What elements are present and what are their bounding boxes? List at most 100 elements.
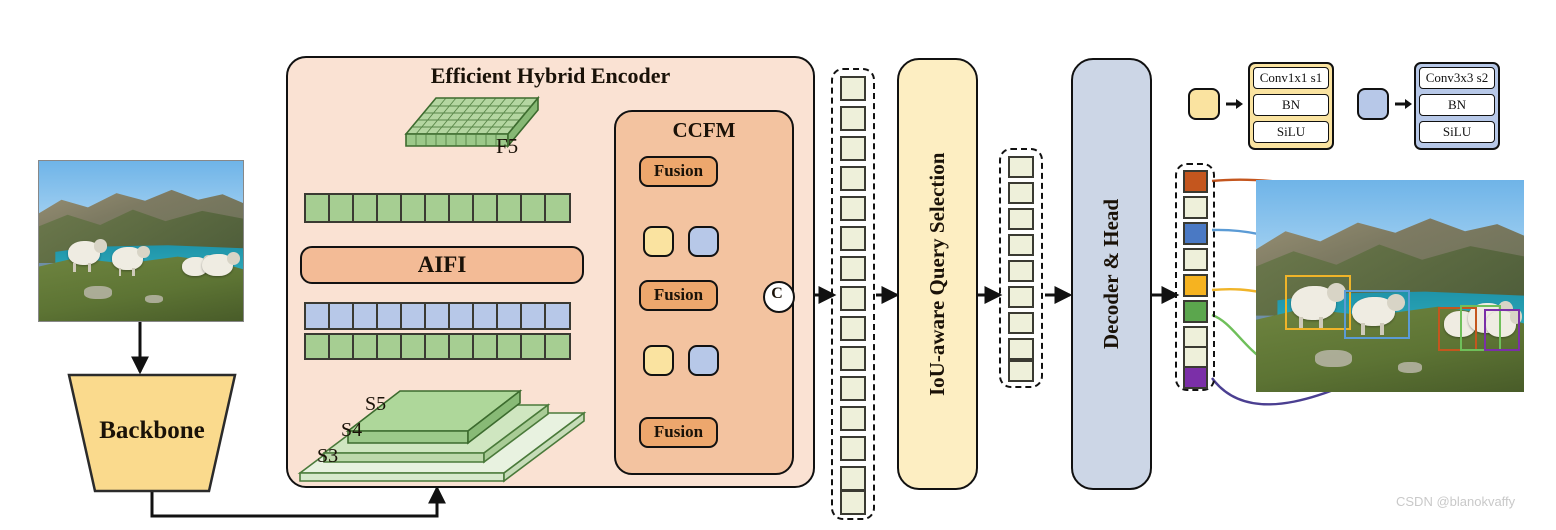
token-pale	[840, 286, 866, 311]
conv-block-blue-lower[interactable]	[688, 345, 719, 376]
token-green	[376, 333, 403, 360]
token-green	[496, 193, 523, 223]
token-green	[544, 333, 571, 360]
token-blue	[544, 302, 571, 330]
legend-row-label: SiLU	[1442, 124, 1472, 139]
f5-feature-map	[378, 88, 558, 160]
token-pale	[840, 226, 866, 251]
token-pale	[1008, 312, 1034, 334]
token-pale	[840, 490, 866, 515]
token-green	[520, 193, 547, 223]
backbone-block[interactable]: Backbone	[57, 373, 247, 493]
conv-block-yellow-upper[interactable]	[643, 226, 674, 257]
token-pale	[1008, 338, 1034, 360]
prediction-token[interactable]	[1183, 300, 1208, 323]
token-pale	[1008, 360, 1034, 382]
token-pale	[1008, 286, 1034, 308]
token-green	[544, 193, 571, 223]
token-green	[448, 333, 475, 360]
prediction-token[interactable]	[1183, 248, 1208, 271]
token-blue	[472, 302, 499, 330]
token-green	[352, 193, 379, 223]
sheep-box-blue	[1344, 290, 1411, 339]
token-pale	[840, 436, 866, 461]
legend-arrow-2-icon	[1395, 97, 1413, 116]
token-pale	[840, 196, 866, 221]
token-pale	[840, 76, 866, 101]
token-blue	[448, 302, 475, 330]
legend-arrow-1-icon	[1226, 97, 1244, 116]
token-blue	[520, 302, 547, 330]
query-selection-label: IoU-aware Query Selection	[925, 152, 949, 396]
token-green	[376, 193, 403, 223]
conv-block-blue-upper[interactable]	[688, 226, 719, 257]
token-green	[472, 333, 499, 360]
prediction-token[interactable]	[1183, 170, 1208, 193]
token-pale	[1008, 260, 1034, 282]
f5-label: F5	[496, 134, 519, 158]
token-green	[352, 333, 379, 360]
token-blue	[304, 302, 331, 330]
token-green	[472, 193, 499, 223]
aifi-label: AIFI	[417, 252, 467, 277]
prediction-token[interactable]	[1183, 274, 1208, 297]
token-green	[448, 193, 475, 223]
legend-swatch-yellow	[1188, 88, 1220, 120]
token-pale	[840, 406, 866, 431]
sheep-box-yellow	[1285, 275, 1352, 331]
token-green	[424, 193, 451, 223]
token-green	[328, 193, 355, 223]
token-blue	[496, 302, 523, 330]
token-blue	[352, 302, 379, 330]
legend-row-label: Conv3x3 s2	[1425, 70, 1489, 85]
conv-block-yellow-lower[interactable]	[643, 345, 674, 376]
token-green	[400, 193, 427, 223]
prediction-token[interactable]	[1183, 366, 1208, 389]
token-pale	[1008, 156, 1034, 178]
token-green	[400, 333, 427, 360]
input-image	[38, 160, 244, 322]
token-pale	[840, 136, 866, 161]
sheep-box-purple	[1483, 309, 1520, 352]
fusion-label-bottom: Fusion	[653, 422, 704, 441]
fusion-label-mid: Fusion	[653, 285, 704, 304]
legend-row-label: SiLU	[1276, 124, 1306, 139]
token-green	[304, 333, 331, 360]
scale-label-s3: S3	[317, 445, 339, 467]
prediction-token[interactable]	[1183, 196, 1208, 219]
legend-row-label: BN	[1281, 97, 1301, 112]
scale-label-s5: S5	[365, 393, 387, 415]
token-pale	[1008, 182, 1034, 204]
token-blue	[376, 302, 403, 330]
token-pale	[1008, 208, 1034, 230]
token-pale	[840, 316, 866, 341]
token-blue	[400, 302, 427, 330]
token-blue	[424, 302, 451, 330]
legend-row-label: Conv1x1 s1	[1259, 70, 1323, 85]
decoder-label: Decoder & Head	[1099, 198, 1123, 350]
token-green	[424, 333, 451, 360]
token-pale	[840, 166, 866, 191]
legend-swatch-blue	[1357, 88, 1389, 120]
token-pale	[840, 106, 866, 131]
multiscale-feature-stack	[296, 365, 588, 485]
prediction-token[interactable]	[1183, 222, 1208, 245]
token-pale	[840, 346, 866, 371]
watermark: CSDN @blanokvaffy	[1396, 494, 1516, 509]
token-green	[520, 333, 547, 360]
token-blue	[328, 302, 355, 330]
ccfm-title: CCFM	[672, 118, 736, 142]
backbone-label: Backbone	[99, 417, 205, 444]
output-image	[1256, 180, 1524, 392]
token-pale	[840, 256, 866, 281]
token-pale	[840, 466, 866, 491]
token-green	[496, 333, 523, 360]
token-green	[304, 193, 331, 223]
token-pale	[840, 376, 866, 401]
token-pale	[1008, 234, 1034, 256]
encoder-title: Efficient Hybrid Encoder	[430, 63, 671, 88]
scale-label-s4: S4	[341, 419, 363, 441]
concat-label: C	[771, 285, 783, 302]
fusion-label-top: Fusion	[653, 161, 704, 180]
token-green	[328, 333, 355, 360]
